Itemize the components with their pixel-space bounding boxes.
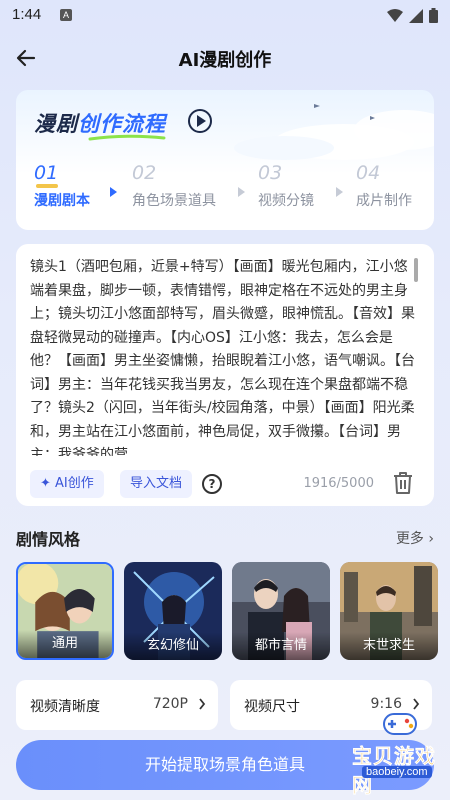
clouds-decoration: [234, 104, 434, 160]
step-1-label: 漫剧剧本: [34, 193, 90, 209]
status-icons: [387, 8, 438, 23]
style-card-urban-romance[interactable]: 都市言情: [232, 562, 330, 660]
script-editor-card: 镜头1（酒吧包厢，近景+特写）【画面】暖光包厢内，江小悠端着果盘，脚步一顿，表情…: [16, 244, 434, 506]
style-section-title: 剧情风格: [16, 530, 81, 549]
style-card-apocalypse[interactable]: 末世求生: [340, 562, 438, 660]
step-2[interactable]: 02 角色场景道具: [132, 162, 216, 210]
style-label: 通用: [18, 630, 112, 658]
step-4-label: 成片制作: [356, 193, 412, 209]
step-2-number: 02: [132, 162, 157, 184]
script-textarea[interactable]: 镜头1（酒吧包厢，近景+特写）【画面】暖光包厢内，江小悠端着果盘，脚步一顿，表情…: [30, 256, 418, 456]
step-2-label: 角色场景道具: [132, 193, 216, 209]
step-3[interactable]: 03 视频分镜: [258, 162, 314, 210]
step-1[interactable]: 01 漫剧剧本: [34, 162, 90, 210]
help-icon[interactable]: ?: [202, 474, 222, 494]
trash-icon[interactable]: [390, 470, 416, 496]
more-label: 更多: [395, 531, 424, 547]
play-video-button[interactable]: [188, 109, 212, 133]
flow-title-plain: 漫剧: [34, 112, 78, 136]
import-document-button[interactable]: 导入文档: [120, 470, 193, 498]
ai-create-button[interactable]: ✦ AI创作: [30, 470, 104, 498]
chevron-right-icon: ›: [428, 531, 434, 547]
signal-icon: [409, 8, 423, 23]
scrollbar[interactable]: [414, 258, 418, 282]
script-actions: ✦ AI创作 导入文档 ? 1916/5000: [30, 470, 420, 498]
step-arrow-1: [110, 187, 117, 197]
character-count: 1916/5000: [303, 476, 374, 491]
step-1-number: 01: [34, 162, 59, 184]
status-time: 1:44: [12, 6, 42, 23]
title-underline-decoration: [88, 134, 166, 141]
step-3-number: 03: [258, 162, 283, 184]
sparkle-icon: ✦: [40, 476, 56, 491]
style-label: 都市言情: [232, 632, 330, 660]
resolution-value: 720P: [152, 696, 188, 712]
resolution-option[interactable]: 视频清晰度 720P: [16, 680, 218, 730]
creation-flow-card: 漫剧创作流程 01 漫剧剧本 02 角色场景道具 03 视频分镜 04 成片制作: [16, 90, 434, 230]
style-label: 末世求生: [340, 632, 438, 660]
gamepad-icon: [383, 713, 417, 735]
resolution-label: 视频清晰度: [30, 699, 100, 715]
wifi-icon: [387, 8, 403, 22]
style-card-fantasy[interactable]: 玄幻修仙: [124, 562, 222, 660]
page-title: AI漫剧创作: [178, 50, 272, 71]
size-label: 视频尺寸: [244, 699, 300, 715]
more-styles-link[interactable]: 更多 ›: [396, 528, 434, 548]
step-arrow-2: [238, 187, 245, 197]
notification-icon: A: [60, 9, 72, 21]
status-bar: 1:44 A: [0, 0, 450, 30]
flow-title-highlight: 创作流程: [78, 112, 166, 136]
style-card-general[interactable]: 通用: [16, 562, 114, 660]
step-4[interactable]: 04 成片制作: [356, 162, 412, 210]
step-3-label: 视频分镜: [258, 193, 314, 209]
step-1-indicator: [36, 184, 58, 188]
style-list: 通用 玄幻修仙 都市言情 末世求生: [16, 562, 450, 662]
battery-icon: [429, 8, 438, 23]
step-4-number: 04: [356, 162, 381, 184]
step-arrow-3: [336, 187, 343, 197]
chevron-right-icon: [199, 698, 206, 710]
watermark-logo: 宝贝游戏网 baobeiy.com: [314, 706, 444, 797]
style-section-header: 剧情风格 更多 ›: [16, 526, 434, 550]
style-label: 玄幻修仙: [124, 632, 222, 660]
app-header: AI漫剧创作: [0, 36, 450, 80]
ai-create-label: AI创作: [55, 476, 94, 491]
watermark-url: baobeiy.com: [362, 766, 432, 778]
